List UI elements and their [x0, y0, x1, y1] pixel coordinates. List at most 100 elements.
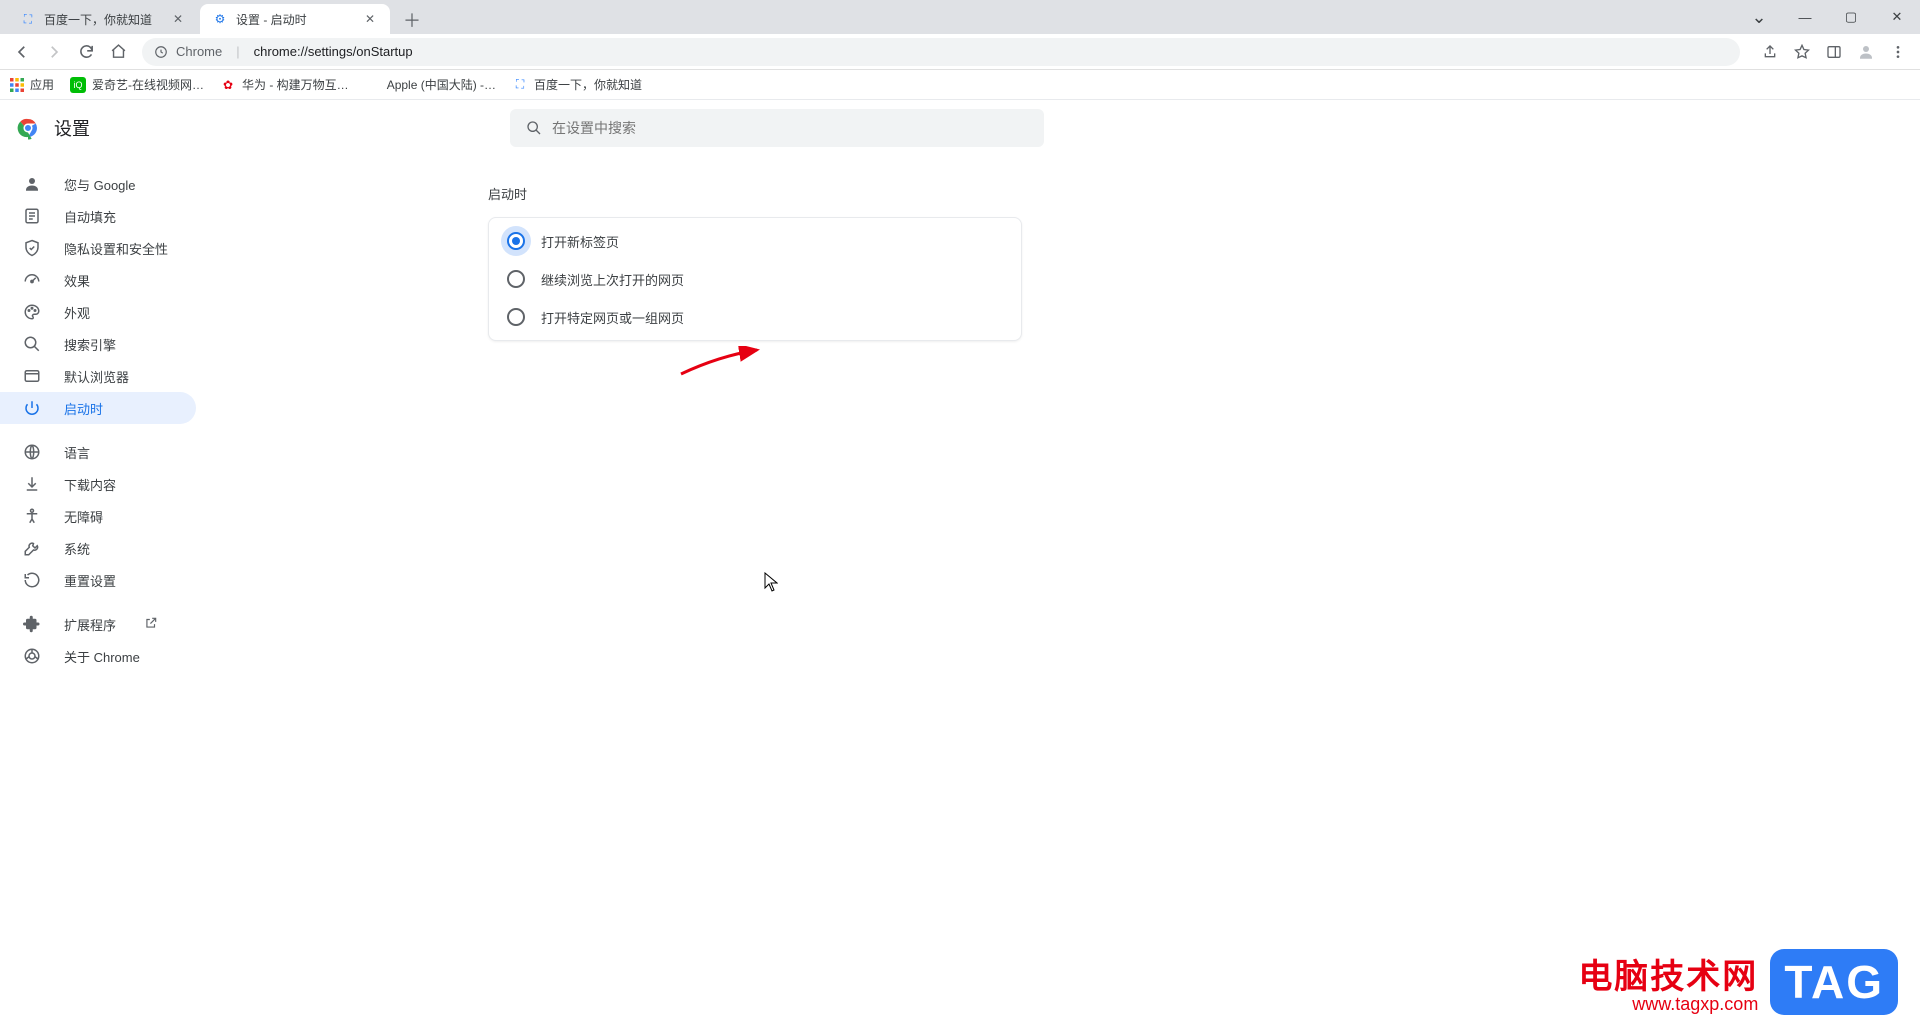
search-icon: [22, 334, 42, 354]
toolbar-right: [1756, 38, 1912, 66]
chrome-icon: [22, 646, 42, 666]
nav-label: 自动填充: [64, 207, 116, 226]
close-icon[interactable]: ✕: [170, 11, 186, 27]
nav-label: 您与 Google: [64, 175, 136, 194]
startup-options-card: 打开新标签页 继续浏览上次打开的网页 打开特定网页或一组网页: [488, 217, 1022, 341]
nav-reset[interactable]: 重置设置: [0, 564, 196, 596]
baidu-icon: ⛶: [512, 77, 528, 93]
reload-button[interactable]: [72, 38, 100, 66]
profile-icon[interactable]: [1852, 38, 1880, 66]
close-window-button[interactable]: ✕: [1874, 2, 1920, 32]
back-button[interactable]: [8, 38, 36, 66]
bookmark-apple[interactable]: Apple (中国大陆) -…: [365, 76, 496, 93]
nav-label: 启动时: [64, 399, 103, 418]
bookmark-label: Apple (中国大陆) -…: [387, 76, 496, 93]
settings-title: 设置: [54, 115, 90, 141]
url-path: chrome://settings/onStartup: [254, 44, 413, 59]
nav-label: 外观: [64, 303, 90, 322]
radio-icon: [507, 270, 525, 288]
apple-icon: [365, 77, 381, 93]
radio-label: 打开新标签页: [541, 232, 619, 251]
browser-icon: [22, 366, 42, 386]
nav-label: 效果: [64, 271, 90, 290]
wrench-icon: [22, 538, 42, 558]
radio-icon: [507, 308, 525, 326]
huawei-icon: ✿: [220, 77, 236, 93]
nav-label: 下载内容: [64, 475, 116, 494]
nav-label: 关于 Chrome: [64, 647, 140, 666]
restore-icon: [22, 570, 42, 590]
bookmark-label: 爱奇艺-在线视频网…: [92, 76, 204, 93]
url-app: Chrome: [176, 44, 222, 59]
new-tab-button[interactable]: ＋: [398, 6, 426, 34]
kebab-menu-icon[interactable]: [1884, 38, 1912, 66]
external-link-icon: [144, 616, 158, 633]
tab-baidu[interactable]: ⛶ 百度一下，你就知道 ✕: [8, 4, 198, 34]
radio-continue-last[interactable]: 继续浏览上次打开的网页: [489, 260, 1021, 298]
nav-downloads[interactable]: 下载内容: [0, 468, 196, 500]
bookmark-iqiyi[interactable]: iQ 爱奇艺-在线视频网…: [70, 76, 204, 93]
annotation-arrow-icon: [679, 346, 769, 378]
radio-open-newtab[interactable]: 打开新标签页: [489, 222, 1021, 260]
nav-appearance[interactable]: 外观: [0, 296, 196, 328]
nav-label: 语言: [64, 443, 90, 462]
bookmark-baidu[interactable]: ⛶ 百度一下，你就知道: [512, 76, 642, 93]
nav-privacy[interactable]: 隐私设置和安全性: [0, 232, 196, 264]
globe-icon: [22, 442, 42, 462]
settings-main: 启动时 打开新标签页 继续浏览上次打开的网页 打开特定网页或一组网页: [256, 156, 1920, 1035]
tab-title: 百度一下，你就知道: [44, 11, 162, 28]
apps-shortcut[interactable]: 应用: [10, 76, 54, 93]
accessibility-icon: [22, 506, 42, 526]
close-icon[interactable]: ✕: [362, 11, 378, 27]
bookmark-label: 百度一下，你就知道: [534, 76, 642, 93]
home-button[interactable]: [104, 38, 132, 66]
tab-settings[interactable]: ⚙ 设置 - 启动时 ✕: [200, 4, 390, 34]
nav-performance[interactable]: 效果: [0, 264, 196, 296]
sidepanel-icon[interactable]: [1820, 38, 1848, 66]
palette-icon: [22, 302, 42, 322]
apps-label: 应用: [30, 76, 54, 93]
radio-icon: [507, 232, 525, 250]
minimize-button[interactable]: —: [1782, 2, 1828, 32]
speed-icon: [22, 270, 42, 290]
nav-you-and-google[interactable]: 您与 Google: [0, 168, 196, 200]
settings-search[interactable]: [510, 109, 1044, 147]
baidu-favicon-icon: ⛶: [20, 11, 36, 27]
forward-button[interactable]: [40, 38, 68, 66]
nav-label: 默认浏览器: [64, 367, 129, 386]
nav-label: 隐私设置和安全性: [64, 239, 168, 258]
nav-search-engine[interactable]: 搜索引擎: [0, 328, 196, 360]
dropdown-icon[interactable]: ⌄: [1736, 2, 1782, 32]
nav-label: 重置设置: [64, 571, 116, 590]
radio-specific-pages[interactable]: 打开特定网页或一组网页: [489, 298, 1021, 336]
nav-default-browser[interactable]: 默认浏览器: [0, 360, 196, 392]
nav-system[interactable]: 系统: [0, 532, 196, 564]
iqiyi-icon: iQ: [70, 77, 86, 93]
bookmark-huawei[interactable]: ✿ 华为 - 构建万物互…: [220, 76, 349, 93]
bookmarks-bar: 应用 iQ 爱奇艺-在线视频网… ✿ 华为 - 构建万物互… Apple (中国…: [0, 70, 1920, 100]
nav-languages[interactable]: 语言: [0, 436, 196, 468]
nav-label: 系统: [64, 539, 90, 558]
nav-accessibility[interactable]: 无障碍: [0, 500, 196, 532]
share-icon[interactable]: [1756, 38, 1784, 66]
maximize-button[interactable]: ▢: [1828, 2, 1874, 32]
window-controls: ⌄ — ▢ ✕: [1736, 0, 1920, 34]
bookmark-star-icon[interactable]: [1788, 38, 1816, 66]
extension-icon: [22, 614, 42, 634]
watermark-tag: TAG: [1770, 949, 1898, 1015]
autofill-icon: [22, 206, 42, 226]
settings-header: 设置: [0, 100, 1920, 156]
nav-extensions[interactable]: 扩展程序: [0, 608, 196, 640]
chrome-logo-icon: [16, 116, 40, 140]
section-title: 启动时: [488, 184, 1022, 203]
settings-search-input[interactable]: [552, 120, 1028, 136]
nav-autofill[interactable]: 自动填充: [0, 200, 196, 232]
nav-about-chrome[interactable]: 关于 Chrome: [0, 640, 196, 672]
nav-on-startup[interactable]: 启动时: [0, 392, 196, 424]
address-bar[interactable]: Chrome | chrome://settings/onStartup: [142, 38, 1740, 66]
watermark: 电脑技术网 www.tagxp.com TAG: [1578, 949, 1898, 1015]
settings-favicon-icon: ⚙: [212, 11, 228, 27]
settings-page: 设置 您与 Google 自动填充 隐私设置和安全性: [0, 100, 1920, 1035]
lock-icon: [154, 45, 168, 59]
browser-toolbar: Chrome | chrome://settings/onStartup: [0, 34, 1920, 70]
